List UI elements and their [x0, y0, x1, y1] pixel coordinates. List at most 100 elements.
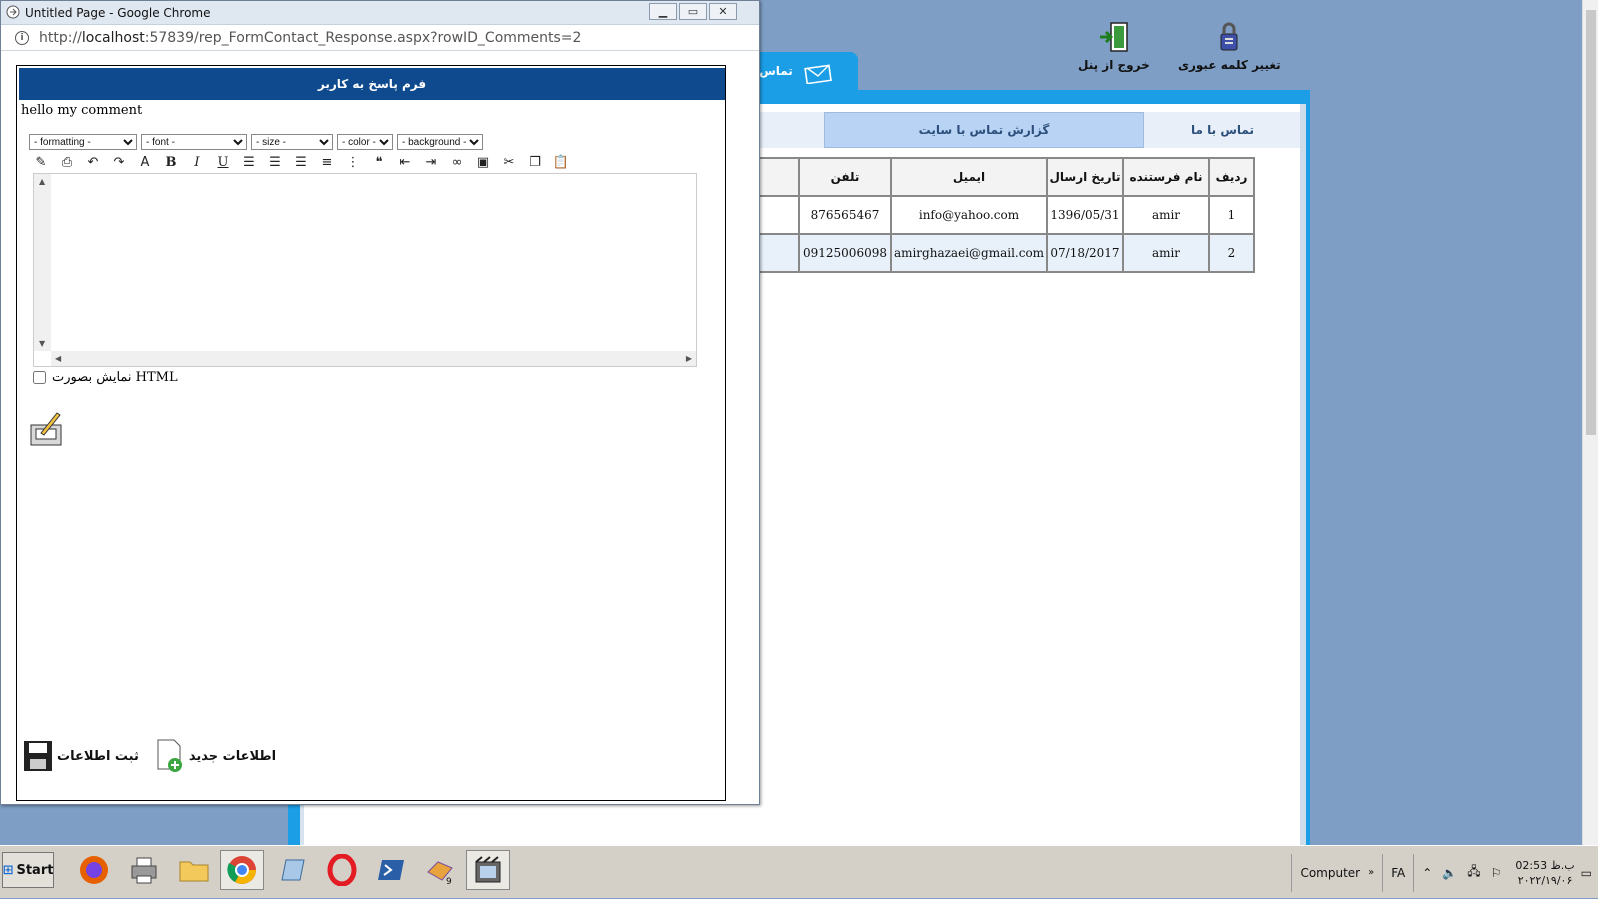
edit-note-button[interactable] [29, 409, 65, 450]
logout-button[interactable]: خروج از پنل [1078, 20, 1150, 72]
size-select[interactable]: - size - [251, 134, 333, 150]
form-title: فرم پاسخ به کاربر [19, 68, 725, 100]
redo-icon[interactable]: ↷ [107, 152, 131, 172]
page-scrollbar[interactable] [1582, 0, 1598, 845]
taskbar-explorer[interactable] [172, 850, 216, 890]
table-row[interactable]: 876565467 info@yahoo.com 1396/05/31 amir… [740, 195, 1255, 235]
editor-toolbar: ✎ ⎙ ↶ ↷ A B I U ☰ ☰ ☰ ≡ ⋮ ❝ ⇤ ⇥ ∞ ▣ ✂ ❐ … [29, 152, 573, 172]
table-cell: 09125006098 [798, 233, 892, 273]
italic-icon[interactable]: I [185, 152, 209, 172]
maximize-button[interactable]: ▭ [679, 3, 707, 20]
change-password-button[interactable]: تغییر کلمه عبوری [1178, 20, 1281, 72]
save-button[interactable]: ثبت اطلاعات [23, 740, 139, 772]
firefox-icon [80, 856, 108, 884]
window-title: Untitled Page - Google Chrome [25, 5, 211, 20]
print-icon[interactable]: ⎙ [55, 152, 79, 172]
color-select[interactable]: - color - [337, 134, 393, 150]
background-select[interactable]: - background - [397, 134, 483, 150]
minimize-icon: ▁ [658, 5, 668, 18]
taskbar-media[interactable] [466, 850, 510, 890]
inner-tabs: گزارش تماس با سایت تماس با ما [740, 112, 1300, 148]
editor-horizontal-scrollbar[interactable]: ◀ ▶ [51, 351, 696, 366]
editor-vertical-scrollbar[interactable]: ▲ ▼ [34, 174, 51, 351]
paste-icon[interactable]: 📋 [549, 152, 573, 172]
table-header-row: تلفن ایمیل تاریخ ارسال نام فرستنده ردیف [740, 157, 1255, 197]
url-host: localhost [81, 29, 145, 46]
address-bar[interactable]: i http://localhost:57839/rep_FormContact… [1, 25, 759, 51]
ordered-list-icon[interactable]: ≡ [315, 152, 339, 172]
align-center-icon[interactable]: ☰ [263, 152, 287, 172]
bold-icon[interactable]: B [159, 152, 183, 172]
blockquote-icon[interactable]: ❝ [367, 152, 391, 172]
volume-icon[interactable]: 🔈 [1442, 866, 1457, 880]
table-cell: 07/18/2017 [1046, 233, 1124, 273]
clock[interactable]: 02:53 ب.ظ ۲۰۲۲/۱۹/۰۶ [1515, 858, 1574, 888]
powershell-icon [378, 860, 404, 880]
rich-text-editor[interactable]: ▲ ▼ ◀ ▶ [33, 173, 697, 367]
visual-studio-icon: 9 [427, 861, 453, 886]
table-row[interactable]: 09125006098 amirghazaei@gmail.com 07/18/… [740, 233, 1255, 273]
table-cell: 1 [1208, 195, 1255, 235]
new-record-button[interactable]: اطلاعات جدید [155, 739, 276, 773]
network-icon[interactable]: 🖧 [1467, 862, 1480, 883]
undo-icon[interactable]: ↶ [81, 152, 105, 172]
folder-icon [179, 861, 209, 882]
tab-contact-us-label: تماس با ما [1191, 123, 1254, 137]
taskbar-chrome[interactable] [220, 850, 264, 890]
taskbar-firefox[interactable] [72, 850, 116, 890]
tab-contact-us[interactable]: تماس با ما [1145, 112, 1300, 148]
svg-text:9: 9 [446, 877, 452, 886]
chevron-icon[interactable]: » [1368, 867, 1374, 878]
app-window-icon [281, 859, 305, 881]
table-header: ردیف [1208, 157, 1255, 197]
clock-time: 02:53 ب.ظ [1515, 858, 1575, 872]
taskbar: ⊞ Start 9 Computer » FA ⌃ 🔈 🖧 ⚐ 02:53 ب.… [0, 845, 1598, 898]
table-header: تلفن [798, 157, 892, 197]
scroll-down-icon[interactable]: ▼ [39, 339, 45, 348]
remove-format-icon[interactable]: A [133, 152, 157, 172]
minimize-button[interactable]: ▁ [649, 3, 677, 20]
film-icon [475, 856, 501, 883]
taskbar-app[interactable] [270, 850, 314, 890]
outdent-icon[interactable]: ⇤ [393, 152, 417, 172]
align-right-icon[interactable]: ☰ [289, 152, 313, 172]
info-icon[interactable]: i [15, 30, 29, 45]
language-indicator[interactable]: FA [1391, 866, 1405, 880]
page-scrollbar-thumb[interactable] [1586, 10, 1596, 435]
copy-icon[interactable]: ❐ [523, 152, 547, 172]
floppy-disk-icon [24, 741, 52, 771]
reply-form: فرم پاسخ به کاربر hello my comment - for… [16, 65, 726, 801]
cut-icon[interactable]: ✂ [497, 152, 521, 172]
table-cell: 876565467 [798, 195, 892, 235]
tab-contact-report[interactable]: گزارش تماس با سایت [824, 112, 1144, 148]
start-label: Start [16, 862, 54, 878]
link-icon[interactable]: ∞ [445, 152, 469, 172]
font-select[interactable]: - font - [141, 134, 247, 150]
scroll-right-icon[interactable]: ▶ [686, 354, 692, 363]
form-actions: ثبت اطلاعات اطلاعات جدید [23, 739, 276, 773]
taskbar-printer[interactable] [122, 850, 166, 890]
formatting-select[interactable]: - formatting - [29, 134, 137, 150]
unordered-list-icon[interactable]: ⋮ [341, 152, 365, 172]
html-mode-checkbox[interactable] [33, 371, 46, 384]
start-button[interactable]: ⊞ Start [2, 852, 54, 888]
indent-icon[interactable]: ⇥ [419, 152, 443, 172]
taskbar-powershell[interactable] [370, 850, 414, 890]
scroll-left-icon[interactable]: ◀ [55, 354, 61, 363]
html-mode-toggle[interactable]: نمایش بصورت HTML [33, 370, 178, 385]
taskbar-opera[interactable] [320, 850, 364, 890]
clean-format-icon[interactable]: ✎ [29, 152, 53, 172]
taskbar-visual-studio[interactable]: 9 [418, 850, 462, 890]
show-hidden-icons-icon[interactable]: ⌃ [1422, 866, 1432, 880]
popup-titlebar[interactable]: Untitled Page - Google Chrome ▁ ▭ ✕ [1, 1, 759, 25]
edit-note-icon [30, 412, 62, 446]
underline-icon[interactable]: U [211, 152, 235, 172]
close-button[interactable]: ✕ [709, 3, 737, 20]
computer-toolbar-label[interactable]: Computer [1300, 866, 1360, 880]
contact-report-table: تلفن ایمیل تاریخ ارسال نام فرستنده ردیف … [740, 157, 1255, 273]
scroll-up-icon[interactable]: ▲ [39, 177, 45, 186]
image-icon[interactable]: ▣ [471, 152, 495, 172]
show-desktop-icon[interactable]: ▭ [1581, 866, 1592, 880]
align-left-icon[interactable]: ☰ [237, 152, 261, 172]
action-center-flag-icon[interactable]: ⚐ [1491, 866, 1502, 880]
